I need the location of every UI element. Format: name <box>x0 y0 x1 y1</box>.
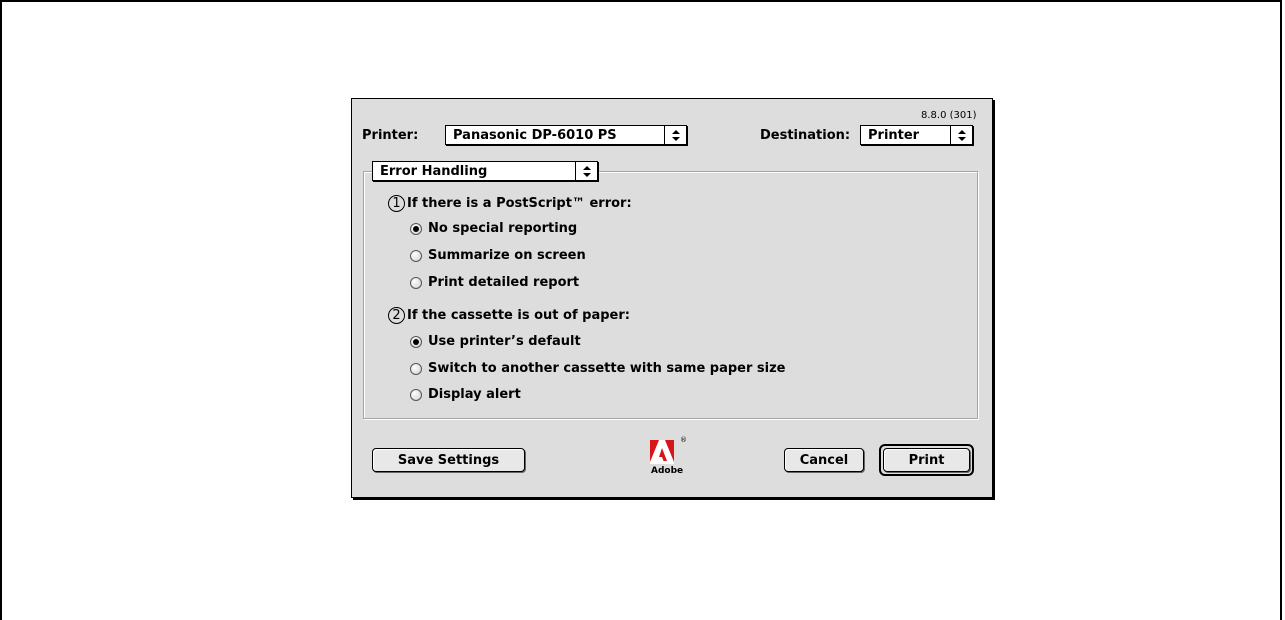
print-button[interactable]: Print <box>883 448 970 472</box>
radio-summarize-on-screen[interactable]: Summarize on screen <box>410 248 586 263</box>
printer-label: Printer: <box>362 128 419 143</box>
radio-label: No special reporting <box>428 221 578 236</box>
radio-label: Summarize on screen <box>428 248 586 263</box>
radio-selected-icon <box>410 335 422 348</box>
number-1-icon: 1 <box>388 195 405 212</box>
destination-popup-value: Printer <box>868 127 920 143</box>
radio-unselected-icon <box>410 276 422 289</box>
panel-popup-value: Error Handling <box>380 163 488 179</box>
print-dialog: 8.8.0 (301) Printer: Panasonic DP-6010 P… <box>351 98 993 498</box>
radio-use-printer-default[interactable]: Use printer’s default <box>410 334 581 349</box>
radio-label: Use printer’s default <box>428 334 581 349</box>
popup-arrows-icon <box>575 162 597 180</box>
out-of-paper-heading: 2 If the cassette is out of paper: <box>388 307 630 324</box>
postscript-error-heading: 1 If there is a PostScript™ error: <box>388 195 632 212</box>
radio-label: Switch to another cassette with same pap… <box>428 361 786 376</box>
radio-unselected-icon <box>410 388 422 401</box>
radio-unselected-icon <box>410 362 422 375</box>
destination-popup[interactable]: Printer <box>860 125 973 145</box>
adobe-logo-icon <box>650 440 674 464</box>
adobe-logo-text: Adobe <box>651 466 684 476</box>
printer-popup-value: Panasonic DP-6010 PS <box>453 127 617 143</box>
radio-switch-cassette[interactable]: Switch to another cassette with same pap… <box>410 361 786 376</box>
popup-arrows-icon <box>950 126 972 144</box>
cancel-button[interactable]: Cancel <box>784 448 864 472</box>
radio-selected-icon <box>410 222 422 235</box>
registered-mark: ® <box>680 436 687 444</box>
panel-popup[interactable]: Error Handling <box>372 161 598 181</box>
radio-display-alert[interactable]: Display alert <box>410 387 521 402</box>
save-settings-button[interactable]: Save Settings <box>372 448 525 472</box>
radio-print-detailed-report[interactable]: Print detailed report <box>410 275 579 290</box>
postscript-error-title: If there is a PostScript™ error: <box>407 196 632 211</box>
number-2-icon: 2 <box>388 307 405 324</box>
radio-unselected-icon <box>410 249 422 262</box>
destination-label: Destination: <box>760 128 851 143</box>
printer-popup[interactable]: Panasonic DP-6010 PS <box>445 125 687 145</box>
radio-label: Print detailed report <box>428 275 580 290</box>
radio-no-special-reporting[interactable]: No special reporting <box>410 221 577 236</box>
version-label: 8.8.0 (301) <box>921 110 977 121</box>
adobe-logo: ® Adobe <box>650 436 690 480</box>
out-of-paper-title: If the cassette is out of paper: <box>407 308 630 323</box>
radio-label: Display alert <box>428 387 521 402</box>
popup-arrows-icon <box>664 126 686 144</box>
